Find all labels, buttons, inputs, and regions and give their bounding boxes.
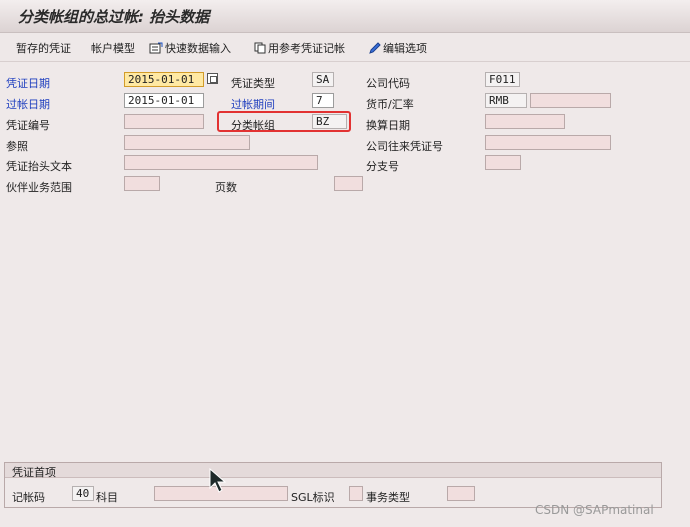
first-item-title: 凭证首项 bbox=[12, 466, 56, 479]
mouse-cursor-icon bbox=[209, 468, 226, 493]
reference-doc-label: 用参考凭证记帐 bbox=[268, 42, 345, 55]
cross-company-doc-label: 公司往来凭证号 bbox=[366, 140, 443, 153]
header-text-field[interactable] bbox=[124, 155, 318, 170]
account-label: 科目 bbox=[96, 491, 118, 504]
park-button[interactable]: 暂存的凭证 bbox=[16, 40, 71, 56]
posting-key-field[interactable]: 40 bbox=[72, 486, 94, 501]
toolbar: 暂存的凭证 帐户模型 快速数据输入 用参考凭证记帐 编辑选项 bbox=[0, 33, 690, 62]
watermark: CSDN @SAPmatinal bbox=[535, 503, 654, 517]
copy-icon bbox=[254, 42, 266, 54]
pages-label: 页数 bbox=[215, 181, 237, 194]
reference-label: 参照 bbox=[6, 140, 28, 153]
doc-number-label: 凭证编号 bbox=[6, 119, 50, 132]
company-code-field[interactable]: F011 bbox=[485, 72, 520, 87]
account-model-button[interactable]: 帐户模型 bbox=[91, 40, 135, 56]
posting-key-label: 记帐码 bbox=[12, 491, 45, 504]
company-code-label: 公司代码 bbox=[366, 77, 410, 90]
transaction-type-field[interactable] bbox=[447, 486, 475, 501]
fast-entry-label: 快速数据输入 bbox=[165, 42, 231, 55]
sgl-indicator-field[interactable] bbox=[349, 486, 363, 501]
branch-field[interactable] bbox=[485, 155, 521, 170]
reference-doc-button[interactable]: 用参考凭证记帐 bbox=[254, 40, 345, 56]
posting-period-label: 过帐期间 bbox=[231, 98, 275, 111]
pages-field[interactable] bbox=[334, 176, 363, 191]
header-text-label: 凭证抬头文本 bbox=[6, 160, 72, 173]
currency-field[interactable]: RMB bbox=[485, 93, 527, 108]
posting-date-field[interactable]: 2015-01-01 bbox=[124, 93, 204, 108]
doc-date-label: 凭证日期 bbox=[6, 77, 50, 90]
title-bar: 分类帐组的总过帐: 抬头数据 bbox=[0, 0, 690, 33]
posting-period-field[interactable]: 7 bbox=[312, 93, 334, 108]
doc-number-field[interactable] bbox=[124, 114, 204, 129]
transaction-type-label: 事务类型 bbox=[366, 491, 410, 504]
exchange-rate-field[interactable] bbox=[530, 93, 611, 108]
pencil-icon bbox=[369, 42, 381, 54]
cross-company-doc-field[interactable] bbox=[485, 135, 611, 150]
sgl-indicator-label: SGL标识 bbox=[291, 491, 335, 504]
fast-entry-icon bbox=[149, 42, 163, 54]
edit-options-button[interactable]: 编辑选项 bbox=[368, 40, 427, 56]
doc-date-field[interactable]: 2015-01-01 bbox=[124, 72, 204, 87]
translation-date-label: 换算日期 bbox=[366, 119, 410, 132]
partner-business-area-label: 伙伴业务范围 bbox=[6, 181, 72, 194]
calendar-icon[interactable] bbox=[207, 73, 218, 84]
translation-date-field[interactable] bbox=[485, 114, 565, 129]
doc-type-label: 凭证类型 bbox=[231, 77, 275, 90]
partner-business-area-field[interactable] bbox=[124, 176, 160, 191]
highlight-box bbox=[217, 111, 351, 132]
fast-entry-button[interactable]: 快速数据输入 bbox=[149, 40, 231, 56]
posting-date-label: 过帐日期 bbox=[6, 98, 50, 111]
currency-label: 货币/汇率 bbox=[366, 98, 414, 111]
first-item-header: 凭证首项 bbox=[5, 463, 661, 479]
edit-options-label: 编辑选项 bbox=[383, 42, 427, 55]
page-title: 分类帐组的总过帐: 抬头数据 bbox=[18, 8, 210, 26]
branch-label: 分支号 bbox=[366, 160, 399, 173]
doc-type-field[interactable]: SA bbox=[312, 72, 334, 87]
reference-field[interactable] bbox=[124, 135, 250, 150]
